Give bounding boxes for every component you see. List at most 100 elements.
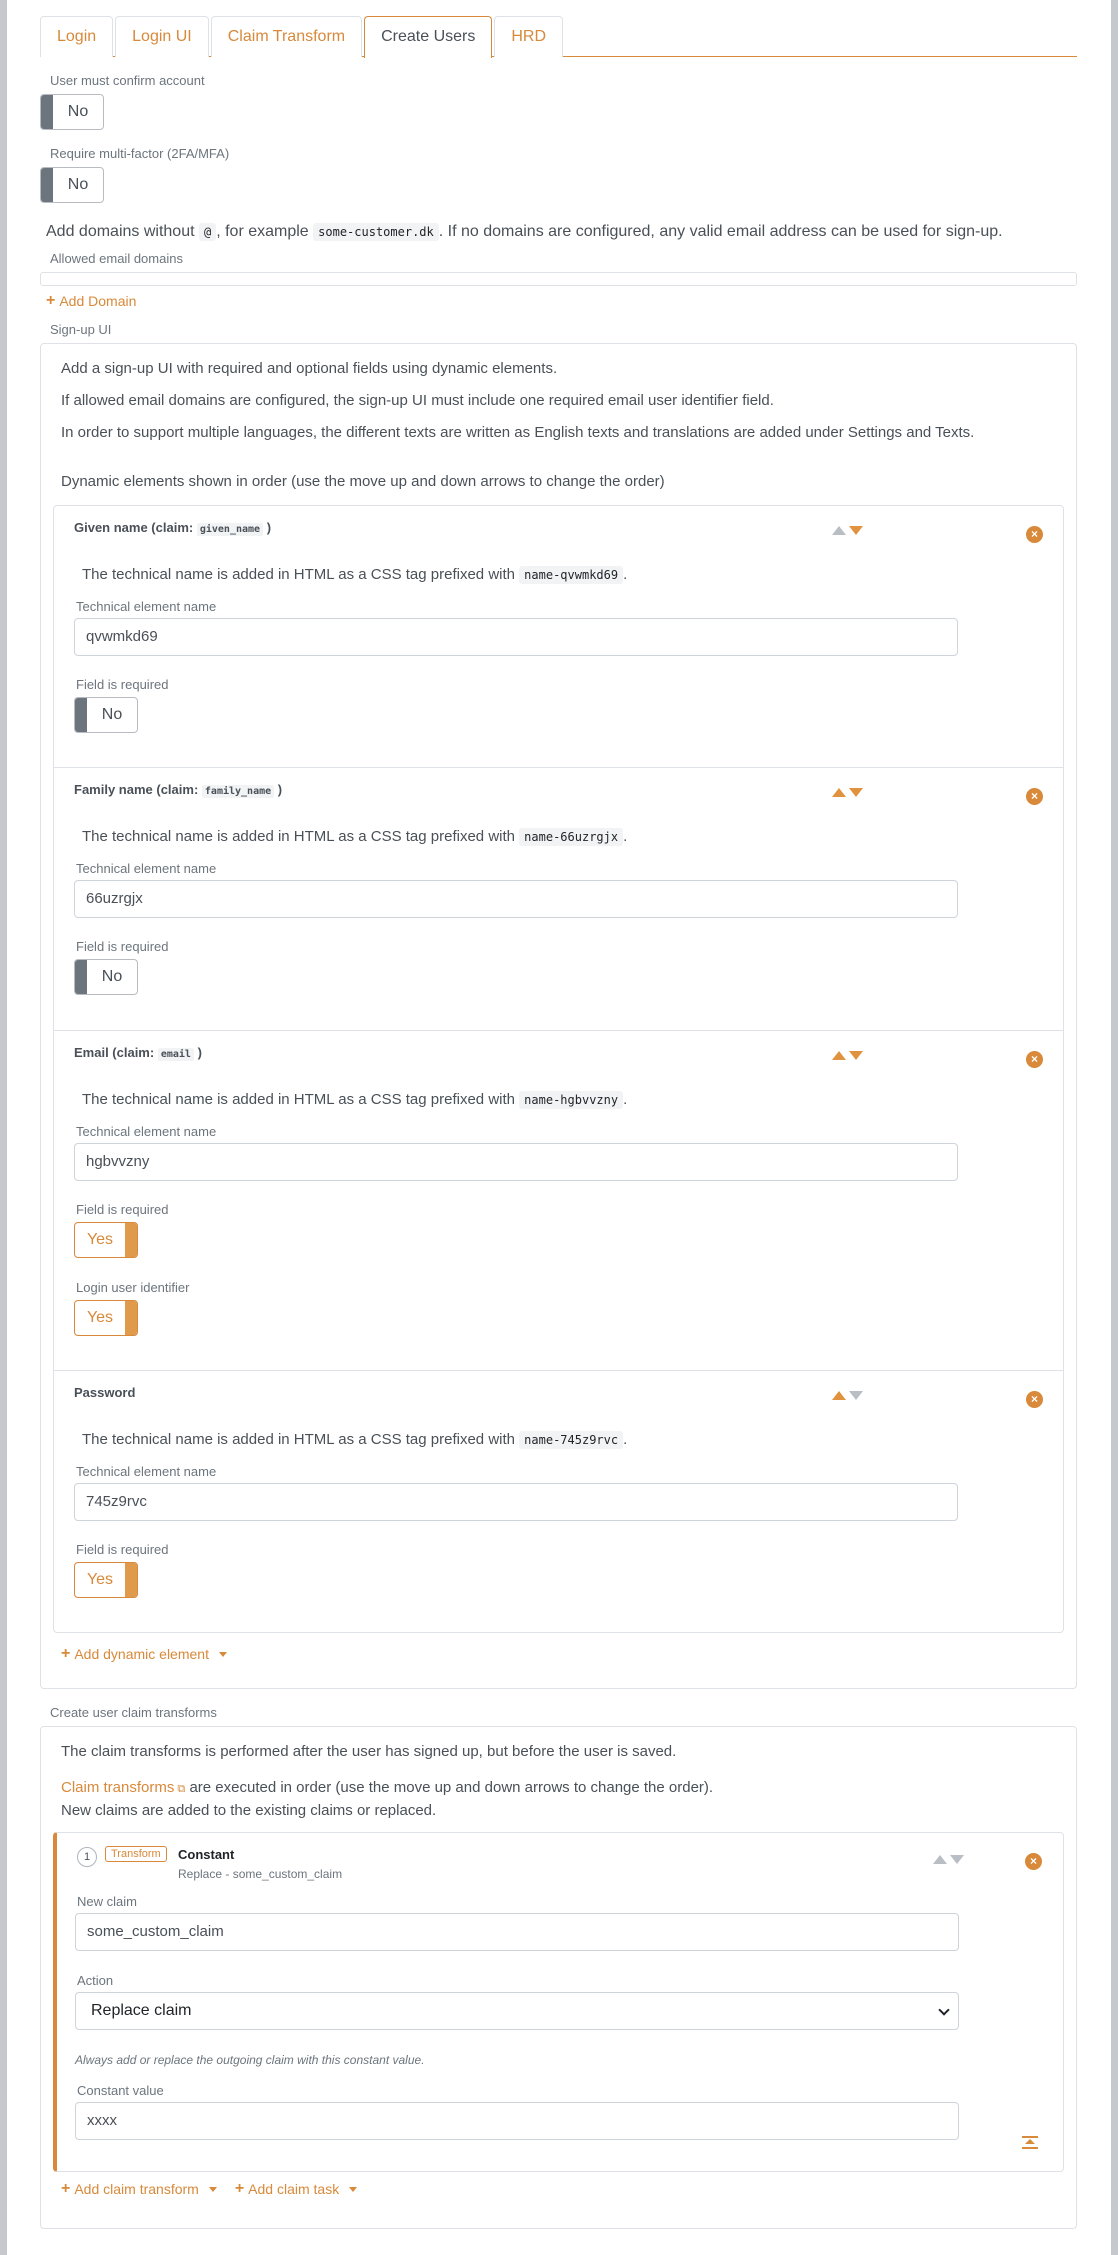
move-up-icon[interactable] xyxy=(832,526,846,535)
add-domain-button[interactable]: + Add Domain xyxy=(46,292,1077,310)
signup-p4: Dynamic elements shown in order (use the… xyxy=(61,473,665,490)
signup-section-label: Sign-up UI xyxy=(50,322,112,337)
move-down-icon[interactable] xyxy=(849,1391,863,1400)
transform-badge: Transform xyxy=(105,1846,167,1862)
hint-at-code: @ xyxy=(198,223,217,241)
tab-login[interactable]: Login xyxy=(40,16,114,57)
required-label: Field is required xyxy=(76,939,169,954)
remove-element-icon[interactable]: × xyxy=(1026,1051,1043,1068)
domains-hint: Add domains without @, for example some-… xyxy=(46,221,1077,243)
transform-note: Always add or replace the outgoing claim… xyxy=(75,2053,425,2067)
tech-name-input[interactable]: 66uzrgjx xyxy=(74,880,958,918)
mfa-toggle[interactable]: No xyxy=(40,167,104,203)
tech-prefix-code: name-qvwmkd69 xyxy=(519,566,624,584)
move-down-icon[interactable] xyxy=(849,526,863,535)
caret-down-icon xyxy=(218,1651,227,1657)
external-link-icon[interactable]: ⧉ xyxy=(174,1783,185,1795)
toggle-value: Yes xyxy=(86,1309,114,1326)
transforms-p3: New claims are added to the existing cla… xyxy=(61,1802,437,1819)
confirm-account-toggle[interactable]: No xyxy=(40,94,104,130)
move-up-icon[interactable] xyxy=(832,788,846,797)
element-claim-code: given_name xyxy=(196,523,264,536)
toggle-knob xyxy=(41,168,53,202)
required-toggle[interactable]: No xyxy=(74,697,138,733)
tab-claim-transform[interactable]: Claim Transform xyxy=(210,16,363,57)
tab-hrd[interactable]: HRD xyxy=(494,16,564,57)
tech-name-label: Technical element name xyxy=(76,599,217,614)
toggle-value: Yes xyxy=(86,1571,114,1588)
move-arrows xyxy=(832,1387,868,1401)
transform-type: Constant xyxy=(178,1847,235,1862)
mfa-label: Require multi-factor (2FA/MFA) xyxy=(50,146,230,161)
transforms-p2-text: are executed in order (use the move up a… xyxy=(185,1779,714,1796)
tech-hint: The technical name is added in HTML as a… xyxy=(82,828,628,846)
required-label: Field is required xyxy=(76,1542,169,1557)
tech-hint-text: The technical name is added in HTML as a… xyxy=(82,1431,515,1448)
constant-input[interactable]: xxxx xyxy=(75,2102,959,2140)
tech-name-input[interactable]: qvwmkd69 xyxy=(74,618,958,656)
element-title-text: Email (claim: xyxy=(74,1045,155,1060)
hint-text: Add domains without xyxy=(46,223,195,240)
transforms-section-label: Create user claim transforms xyxy=(50,1705,217,1720)
element-title: Family name (claim: family_name ) xyxy=(74,782,282,798)
confirm-account-group: User must confirm account No xyxy=(40,73,1077,130)
remove-element-icon[interactable]: × xyxy=(1026,788,1043,805)
login-id-toggle[interactable]: Yes xyxy=(74,1300,138,1336)
allowed-domains-label: Allowed email domains xyxy=(50,251,183,266)
add-claim-task-label: Add claim task xyxy=(248,2181,340,2197)
mfa-group: Require multi-factor (2FA/MFA) No xyxy=(40,146,1077,203)
tech-name-input[interactable]: hgbvvzny xyxy=(74,1143,958,1181)
tech-name-input[interactable]: 745z9rvc xyxy=(74,1483,958,1521)
element-title: Given name (claim: given_name ) xyxy=(74,520,271,536)
move-down-icon[interactable] xyxy=(950,1855,964,1864)
element-claim-code: email xyxy=(157,1048,194,1061)
tech-name-label: Technical element name xyxy=(76,1124,217,1139)
confirm-account-label: User must confirm account xyxy=(50,73,205,88)
collapse-icon[interactable] xyxy=(1021,2136,1039,2150)
signup-p1: Add a sign-up UI with required and optio… xyxy=(61,360,558,377)
required-toggle[interactable]: Yes xyxy=(74,1562,138,1598)
collapse-icon-svg xyxy=(1022,2136,1038,2149)
tech-hint-text: The technical name is added in HTML as a… xyxy=(82,566,515,583)
tab-bar: Login Login UI Claim Transform Create Us… xyxy=(40,16,1077,58)
tech-hint-text: The technical name is added in HTML as a… xyxy=(82,828,515,845)
tech-name-label: Technical element name xyxy=(76,1464,217,1479)
toggle-value: No xyxy=(67,103,89,120)
dynamic-element: Email (claim: email ) × The technical na… xyxy=(54,1031,1063,1371)
signup-p3: In order to support multiple languages, … xyxy=(61,424,975,441)
move-up-icon[interactable] xyxy=(832,1391,846,1400)
tech-hint: The technical name is added in HTML as a… xyxy=(82,1091,628,1109)
constant-label: Constant value xyxy=(77,2083,164,2098)
remove-transform-icon[interactable]: × xyxy=(1025,1853,1042,1870)
tab-login-ui[interactable]: Login UI xyxy=(115,16,209,57)
action-select[interactable]: Replace claim xyxy=(75,1992,959,2030)
main-content: Login Login UI Claim Transform Create Us… xyxy=(40,16,1077,2229)
move-arrows xyxy=(832,784,868,798)
remove-element-icon[interactable]: × xyxy=(1026,1391,1043,1408)
add-dynamic-element-button[interactable]: + Add dynamic element xyxy=(61,1645,1064,1663)
add-claim-transform-button[interactable]: + Add claim transform xyxy=(61,2180,217,2198)
tab-create-users[interactable]: Create Users xyxy=(364,16,493,58)
dynamic-element: Given name (claim: given_name ) × The te… xyxy=(54,506,1063,768)
tech-name-label: Technical element name xyxy=(76,861,217,876)
required-toggle[interactable]: No xyxy=(74,959,138,995)
signup-p2: If allowed email domains are configured,… xyxy=(61,392,774,409)
toggle-knob xyxy=(75,698,87,732)
move-down-icon[interactable] xyxy=(849,1051,863,1060)
element-title: Email (claim: email ) xyxy=(74,1045,202,1061)
toggle-value: No xyxy=(101,968,123,985)
dynamic-element: Family name (claim: family_name ) × The … xyxy=(54,768,1063,1031)
add-claim-task-button[interactable]: + Add claim task xyxy=(235,2180,358,2198)
move-down-icon[interactable] xyxy=(849,788,863,797)
remove-element-icon[interactable]: × xyxy=(1026,526,1043,543)
claim-transforms-link[interactable]: Claim transforms xyxy=(61,1779,174,1796)
transforms-p1: The claim transforms is performed after … xyxy=(61,1743,677,1760)
move-up-icon[interactable] xyxy=(832,1051,846,1060)
element-title-text: Family name (claim: xyxy=(74,782,199,797)
hint-text: . If no domains are configured, any vali… xyxy=(438,223,1003,240)
required-toggle[interactable]: Yes xyxy=(74,1222,138,1258)
transform-item: 1 Transform Constant Replace - some_cust… xyxy=(53,1832,1064,2172)
move-up-icon[interactable] xyxy=(933,1855,947,1864)
element-title-close: ) xyxy=(197,1045,202,1060)
new-claim-input[interactable]: some_custom_claim xyxy=(75,1913,959,1951)
